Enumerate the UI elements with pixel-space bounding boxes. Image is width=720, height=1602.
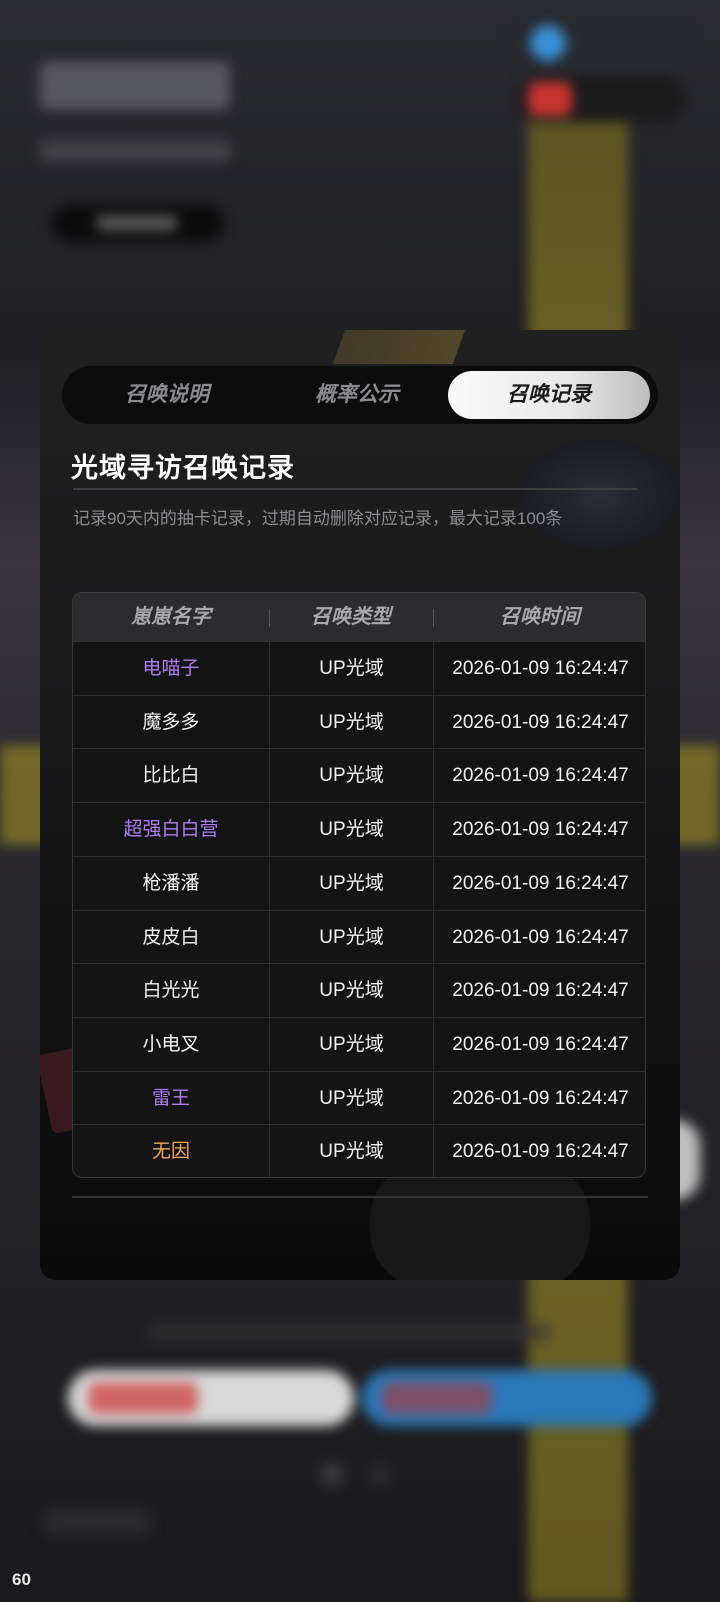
fps-counter: 60: [12, 1570, 31, 1589]
column-header-type: 召唤类型: [311, 606, 391, 628]
cell-pet-name: 白光光: [142, 980, 200, 1002]
cell-summon-time: 2026-01-09 16:24:47: [433, 1071, 645, 1125]
decor-blob: [370, 1160, 590, 1280]
cell-summon-type: UP光域: [269, 749, 433, 803]
table-row: 电喵子 UP光域 2026-01-09 16:24:47: [73, 641, 645, 695]
table-row: 超强白白营 UP光域 2026-01-09 16:24:47: [73, 802, 645, 857]
decor-graffiti: [520, 440, 680, 550]
cell-summon-type: UP光域: [269, 803, 433, 857]
cell-pet-name: 魔多多: [142, 711, 200, 733]
cell-pet-name: 枪潘潘: [142, 872, 200, 894]
background-currency-1: [516, 20, 686, 66]
records-table: 崽崽名字 召唤类型 召唤时间 电喵子 UP光域 2026-01-09 16:24:4…: [72, 592, 646, 1178]
table-row: 雷王 UP光域 2026-01-09 16:24:47: [73, 1070, 645, 1125]
tab-summon-records[interactable]: 召唤记录: [448, 371, 650, 419]
background-currency-2: [516, 76, 686, 122]
background-logo: [40, 62, 230, 110]
cell-summon-time: 2026-01-09 16:24:47: [433, 749, 645, 803]
dialog-description: 记录90天内的抽卡记录，过期自动删除对应记录，最大记录100条: [73, 509, 563, 528]
table-row: 魔多多 UP光域 2026-01-09 16:24:47: [73, 694, 645, 749]
cell-summon-type: UP光域: [269, 1017, 433, 1071]
tab-probability[interactable]: 概率公示: [262, 371, 452, 419]
cell-summon-time: 2026-01-09 16:24:47: [433, 1125, 645, 1177]
background-bottom-left: [42, 1508, 152, 1536]
cell-summon-type: UP光域: [269, 1125, 433, 1177]
background-pill-button: [52, 205, 224, 241]
column-header-time: 召唤时间: [500, 606, 580, 628]
background-page-dot: [368, 1462, 392, 1486]
cell-summon-time: 2026-01-09 16:24:47: [433, 964, 645, 1018]
table-row: 小电叉 UP光域 2026-01-09 16:24:47: [73, 1016, 645, 1071]
background-summon-once-button: [68, 1370, 354, 1426]
decor-top-ribbon: [332, 330, 468, 364]
cell-pet-name: 无因: [151, 1141, 190, 1163]
title-divider: [73, 488, 637, 490]
background-summon-ten-button: [362, 1370, 652, 1426]
tab-summon-info[interactable]: 召唤说明: [72, 371, 262, 419]
cell-summon-type: UP光域: [269, 695, 433, 749]
cell-summon-time: 2026-01-09 16:24:47: [433, 642, 645, 695]
cell-summon-type: UP光域: [269, 910, 433, 964]
tab-bar: 召唤说明 概率公示 召唤记录: [62, 366, 658, 424]
cell-pet-name: 比比白: [142, 765, 200, 787]
cell-summon-time: 2026-01-09 16:24:47: [433, 856, 645, 910]
table-row: 比比白 UP光域 2026-01-09 16:24:47: [73, 748, 645, 803]
bottom-divider: [72, 1196, 648, 1198]
background-footer-text: [150, 1322, 550, 1342]
background-page-dot: [320, 1462, 344, 1486]
cell-summon-time: 2026-01-09 16:24:47: [433, 910, 645, 964]
table-row: 枪潘潘 UP光域 2026-01-09 16:24:47: [73, 855, 645, 910]
cell-pet-name: 电喵子: [142, 658, 200, 679]
screen: 召唤说明 概率公示 召唤记录 光域寻访召唤记录 记录90天内的抽卡记录，过期自动…: [0, 0, 720, 1602]
table-row: 无因 UP光域 2026-01-09 16:24:47: [73, 1124, 645, 1177]
cell-pet-name: 皮皮白: [142, 926, 200, 948]
table-row: 白光光 UP光域 2026-01-09 16:24:47: [73, 963, 645, 1018]
cell-pet-name: 雷王: [151, 1087, 190, 1109]
cell-summon-time: 2026-01-09 16:24:47: [433, 803, 645, 857]
cell-summon-time: 2026-01-09 16:24:47: [433, 695, 645, 749]
cell-pet-name: 小电叉: [142, 1033, 200, 1055]
cell-summon-type: UP光域: [269, 964, 433, 1018]
dialog-title: 光域寻访召唤记录: [71, 453, 295, 483]
column-header-name: 崽崽名字: [131, 606, 211, 628]
background-logo-subtitle: [40, 140, 230, 162]
cell-summon-type: UP光域: [269, 642, 433, 695]
cell-summon-type: UP光域: [269, 1071, 433, 1125]
cell-pet-name: 超强白白营: [123, 819, 219, 841]
summon-record-dialog: 召唤说明 概率公示 召唤记录 光域寻访召唤记录 记录90天内的抽卡记录，过期自动…: [40, 330, 680, 1280]
table-header: 崽崽名字 召唤类型 召唤时间: [73, 593, 645, 641]
cell-summon-type: UP光域: [269, 856, 433, 910]
cell-summon-time: 2026-01-09 16:24:47: [433, 1017, 645, 1071]
table-row: 皮皮白 UP光域 2026-01-09 16:24:47: [73, 909, 645, 964]
